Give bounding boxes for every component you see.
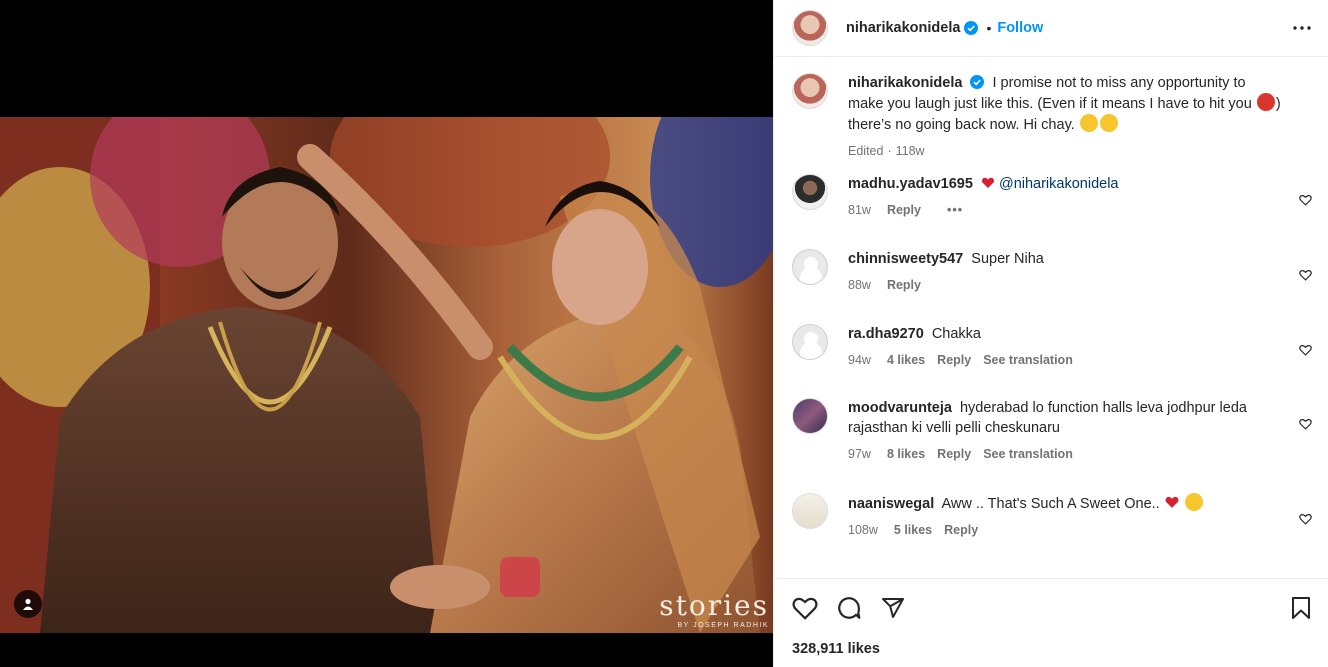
comment-row: chinnisweety547 Super Niha 88w Reply <box>792 249 1312 324</box>
commenter-username[interactable]: chinnisweety547 <box>848 251 963 267</box>
caption-row: niharikakonidela I promise not to miss a… <box>792 73 1312 174</box>
comment-meta: 81w Reply ••• <box>848 203 1282 217</box>
comment-row: ra.dha9270 Chakka 94w 4 likes Reply See … <box>792 324 1312 398</box>
comment-like-heart-icon[interactable] <box>1299 194 1312 206</box>
caption-username[interactable]: niharikakonidela <box>848 75 962 91</box>
post-media: stories BY JOSEPH RADHIK <box>0 0 773 667</box>
reply-button[interactable]: Reply <box>944 523 978 537</box>
heart-icon[interactable] <box>792 596 818 620</box>
comment-time[interactable]: 81w <box>848 203 871 217</box>
author-avatar[interactable] <box>792 10 828 46</box>
header-separator: • <box>986 20 992 36</box>
comment-options-button[interactable]: ••• <box>947 203 963 217</box>
caption-meta: Edited · 118w <box>848 144 1282 158</box>
reply-button[interactable]: Reply <box>887 278 921 292</box>
comment-text: chinnisweety547 Super Niha <box>848 249 1282 269</box>
hugging-emoji-icon <box>1184 493 1203 511</box>
commenter-avatar[interactable] <box>792 324 828 360</box>
caption-edited: Edited <box>848 144 884 158</box>
bookmark-icon[interactable] <box>1290 596 1312 620</box>
comment-likes-count[interactable]: 8 likes <box>887 447 925 461</box>
reply-button[interactable]: Reply <box>937 447 971 461</box>
likes-count[interactable]: 328,911 likes <box>792 641 1312 657</box>
comment-likes-count[interactable]: 4 likes <box>887 353 925 367</box>
post-side-panel: niharikakonidela • Follow niharikakonide… <box>773 0 1328 667</box>
action-icons-row <box>792 595 1312 621</box>
comment-body: Super Niha <box>971 251 1044 267</box>
caption-meta-sep: · <box>887 144 892 158</box>
comment-like-heart-icon[interactable] <box>1299 418 1312 430</box>
comment-body: Chakka <box>931 326 981 342</box>
comment-text: naaniswegal Aww .. That's Such A Sweet O… <box>848 493 1282 514</box>
comment-row: madhu.yadav1695 @niharikakonidela 81w Re… <box>792 174 1312 249</box>
see-translation-button[interactable]: See translation <box>983 353 1073 367</box>
verified-badge-icon <box>970 75 985 89</box>
devil-emoji-icon <box>1256 93 1275 111</box>
comment-time[interactable]: 108w <box>848 523 878 537</box>
red-heart-emoji-icon <box>1165 496 1179 508</box>
post-actions: 328,911 likes <box>774 578 1328 657</box>
winking-kiss-emoji-icon <box>1099 114 1118 132</box>
commenter-avatar[interactable] <box>792 398 828 434</box>
watermark-title: stories <box>659 589 769 622</box>
commenter-avatar[interactable] <box>792 493 828 529</box>
share-icon[interactable] <box>880 596 906 620</box>
comment-meta: 94w 4 likes Reply See translation <box>848 353 1282 367</box>
follow-button[interactable]: Follow <box>997 20 1043 36</box>
watermark-subtitle: BY JOSEPH RADHIK <box>677 622 769 629</box>
comment-row: moodvarunteja hyderabad lo function hall… <box>792 398 1312 493</box>
commenter-username[interactable]: moodvarunteja <box>848 400 952 416</box>
author-avatar[interactable] <box>792 73 828 109</box>
reply-button[interactable]: Reply <box>887 203 921 217</box>
comment-meta: 88w Reply <box>848 278 1282 292</box>
red-heart-emoji-icon <box>981 177 995 188</box>
see-translation-button[interactable]: See translation <box>983 447 1073 461</box>
comment-text: moodvarunteja hyderabad lo function hall… <box>848 398 1282 438</box>
commenter-avatar[interactable] <box>792 174 828 210</box>
commenter-username[interactable]: madhu.yadav1695 <box>848 176 973 192</box>
post-photo[interactable]: stories BY JOSEPH RADHIK <box>0 117 773 633</box>
laughing-tears-emoji-icon <box>1079 114 1098 132</box>
author-username[interactable]: niharikakonidela <box>846 20 960 36</box>
reply-button[interactable]: Reply <box>937 353 971 367</box>
post-header: niharikakonidela • Follow <box>774 0 1328 57</box>
caption-text: niharikakonidela I promise not to miss a… <box>848 73 1282 135</box>
commenter-username[interactable]: ra.dha9270 <box>848 326 924 342</box>
comment-row: naaniswegal Aww .. That's Such A Sweet O… <box>792 493 1312 568</box>
more-options-icon[interactable] <box>1292 26 1312 30</box>
comment-time[interactable]: 94w <box>848 353 871 367</box>
caption-time[interactable]: 118w <box>896 144 925 158</box>
photo-illustration <box>0 117 773 633</box>
comment-mention[interactable]: @niharikakonidela <box>999 176 1119 192</box>
verified-badge-icon <box>964 21 979 35</box>
photographer-watermark: stories BY JOSEPH RADHIK <box>659 589 769 630</box>
comment-icon[interactable] <box>836 595 862 621</box>
comment-time[interactable]: 97w <box>848 447 871 461</box>
commenter-username[interactable]: naaniswegal <box>848 496 934 512</box>
comment-likes-count[interactable]: 5 likes <box>894 523 932 537</box>
user-tag-button[interactable] <box>14 590 42 618</box>
user-tag-icon <box>23 598 33 610</box>
comment-meta: 108w 5 likes Reply <box>848 523 1282 537</box>
comment-like-heart-icon[interactable] <box>1299 513 1312 525</box>
comment-meta: 97w 8 likes Reply See translation <box>848 447 1282 461</box>
comments-list[interactable]: niharikakonidela I promise not to miss a… <box>774 57 1328 577</box>
commenter-avatar[interactable] <box>792 249 828 285</box>
comment-body: Aww .. That's Such A Sweet One.. <box>941 496 1160 512</box>
comment-like-heart-icon[interactable] <box>1299 269 1312 281</box>
comment-like-heart-icon[interactable] <box>1299 344 1312 356</box>
comment-time[interactable]: 88w <box>848 278 871 292</box>
comment-text: madhu.yadav1695 @niharikakonidela <box>848 174 1282 194</box>
comment-text: ra.dha9270 Chakka <box>848 324 1282 344</box>
